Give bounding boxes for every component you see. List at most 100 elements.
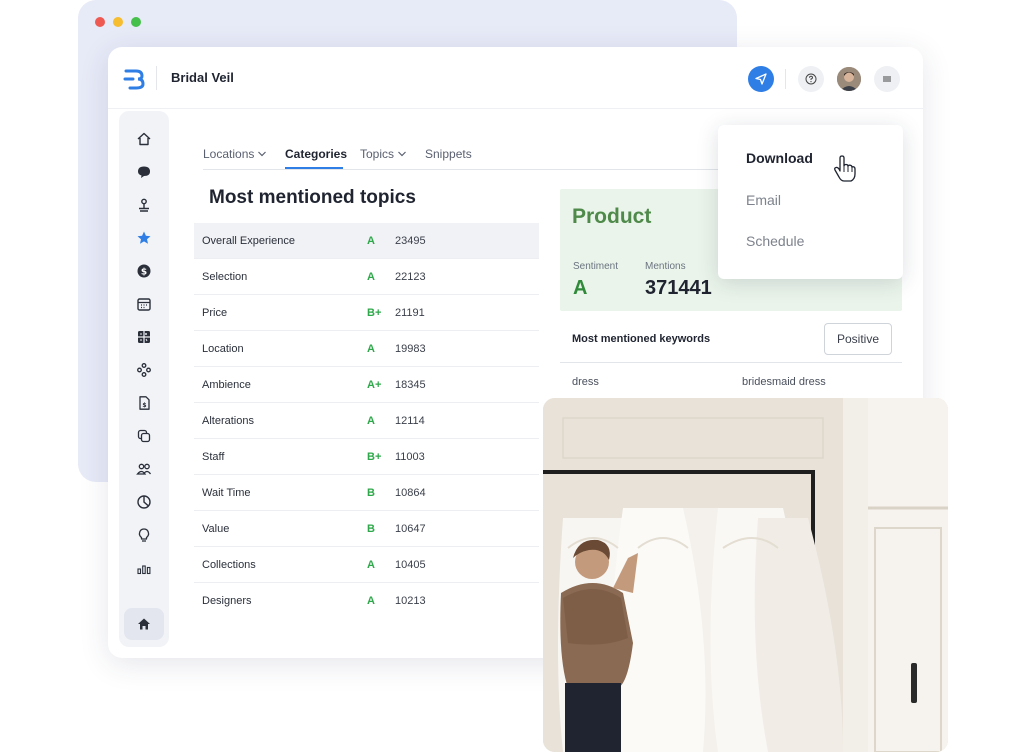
topic-grade: A [367,595,375,607]
send-button[interactable] [748,66,774,92]
grid-icon[interactable] [134,327,154,347]
topic-grade: A [367,415,375,427]
tab-categories[interactable]: Categories [285,144,347,164]
table-row[interactable]: Price B+ 21191 [194,295,539,331]
tab-bar: Locations Categories Topics Snippets [203,144,743,170]
topic-name: Designers [202,595,252,607]
menu-button[interactable] [874,66,900,92]
schedule-option[interactable]: Schedule [746,233,804,249]
topic-count: 10213 [395,595,426,607]
minimize-dot[interactable] [113,17,123,27]
topic-name: Overall Experience [202,235,295,247]
keyword-item[interactable]: dress [572,376,599,388]
users-icon[interactable] [134,459,154,479]
table-row[interactable]: Collections A 10405 [194,547,539,583]
dollar-icon[interactable]: $ [134,261,154,281]
topic-count: 22123 [395,271,426,283]
chat-icon[interactable] [134,162,154,182]
avatar[interactable] [837,67,861,91]
chevron-down-icon [258,151,267,157]
calendar-icon[interactable] [134,294,154,314]
home-bottom-button[interactable] [124,608,164,640]
tab-label: Topics [360,147,395,161]
topic-grade: A [367,235,375,247]
topic-grade: B [367,487,375,499]
help-button[interactable] [798,66,824,92]
export-dropdown: Download Email Schedule [718,125,903,279]
chevron-down-icon [398,151,406,157]
download-option[interactable]: Download [746,150,813,166]
divider [156,66,157,90]
help-icon [805,73,817,85]
tab-locations[interactable]: Locations [203,144,267,164]
tab-snippets[interactable]: Snippets [425,144,472,164]
table-row[interactable]: Selection A 22123 [194,259,539,295]
table-row[interactable]: Staff B+ 11003 [194,439,539,475]
positive-filter-button[interactable]: Positive [824,323,892,355]
topic-count: 11003 [395,451,425,463]
window-controls [95,17,141,27]
topic-count: 19983 [395,343,426,355]
topic-name: Location [202,343,244,355]
section-title: Most mentioned topics [209,187,416,208]
svg-text:$: $ [142,402,146,409]
maximize-dot[interactable] [131,17,141,27]
hand-cursor-icon [833,155,857,188]
table-row[interactable]: Location A 19983 [194,331,539,367]
top-bar: Bridal Veil [108,47,923,109]
topic-count: 18345 [395,379,426,391]
sidebar: $ $ [119,111,169,647]
topic-count: 10405 [395,559,426,571]
topic-name: Wait Time [202,487,251,499]
topic-grade: B+ [367,307,382,319]
tab-label: Snippets [425,147,472,161]
table-row[interactable]: Ambience A+ 18345 [194,367,539,403]
topic-count: 10647 [395,523,426,535]
nodes-icon[interactable] [134,360,154,380]
topics-table: Overall Experience A 23495 Selection A 2… [194,223,539,619]
location-pin-icon[interactable] [134,195,154,215]
close-dot[interactable] [95,17,105,27]
tab-label: Categories [285,147,348,161]
topic-count: 12114 [395,415,425,427]
table-row[interactable]: Designers A 10213 [194,583,539,619]
table-row[interactable]: Wait Time B 10864 [194,475,539,511]
topic-grade: A [367,343,375,355]
keywords-title: Most mentioned keywords [572,333,711,345]
topic-grade: A [367,271,375,283]
home-icon [138,618,150,630]
tab-topics[interactable]: Topics [360,144,407,164]
topic-name: Ambience [202,379,251,391]
topic-name: Collections [202,559,256,571]
keywords-header: Most mentioned keywords Positive [560,317,902,363]
home-icon[interactable] [134,129,154,149]
bar-chart-icon[interactable] [134,558,154,578]
sentiment-value: A [573,277,588,299]
topic-name: Price [202,307,228,319]
copy-icon[interactable] [134,426,154,446]
hamburger-icon [883,76,891,82]
brand-logo-icon[interactable] [122,67,148,91]
product-title: Product [572,205,652,228]
topic-count: 21191 [395,307,425,319]
table-row[interactable]: Alterations A 12114 [194,403,539,439]
topic-grade: A [367,559,375,571]
document-icon[interactable]: $ [134,393,154,413]
table-row[interactable]: Overall Experience A 23495 [194,223,539,259]
app-title: Bridal Veil [171,70,234,85]
divider [785,69,786,89]
lightbulb-icon[interactable] [134,525,154,545]
mentions-value: 371441 [645,277,712,299]
topic-name: Value [202,523,230,535]
topic-count: 23495 [395,235,426,247]
topic-name: Alterations [202,415,254,427]
table-row[interactable]: Value B 10647 [194,511,539,547]
email-option[interactable]: Email [746,192,781,208]
keyword-item[interactable]: bridesmaid dress [742,376,826,388]
svg-text:$: $ [141,268,147,278]
pie-chart-icon[interactable] [134,492,154,512]
sentiment-label: Sentiment [573,261,619,272]
topic-grade: A+ [367,379,382,391]
star-icon[interactable] [134,228,154,248]
topic-name: Staff [202,451,225,463]
